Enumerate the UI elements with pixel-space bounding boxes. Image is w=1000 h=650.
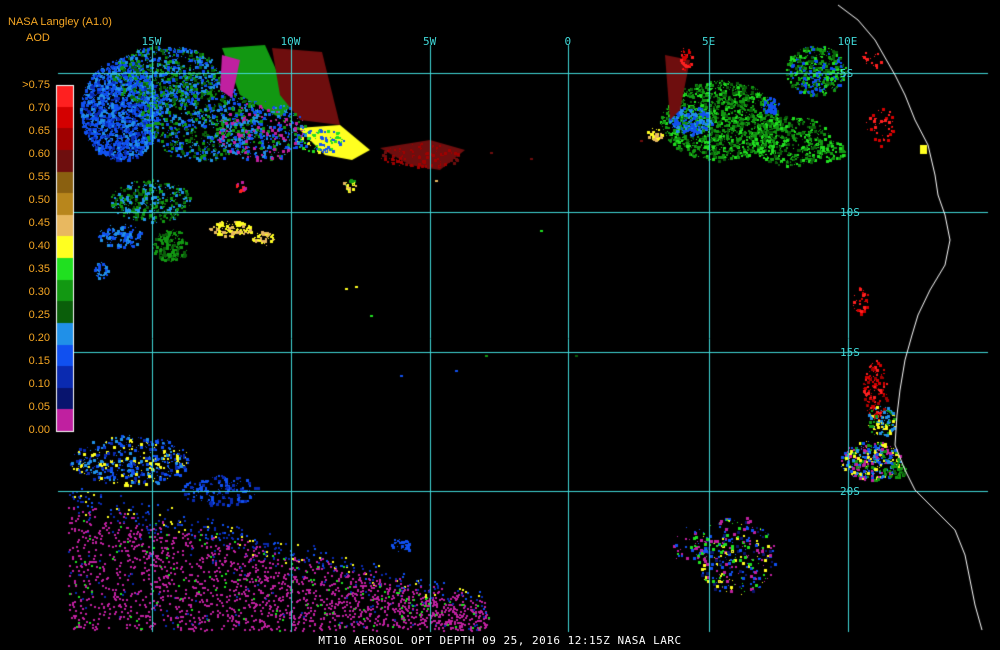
lat-label: 10S [840, 206, 860, 219]
lon-label: 5W [423, 35, 437, 48]
lat-label: 15S [840, 346, 860, 359]
lat-label: 20S [840, 485, 860, 498]
lon-label: 10E [837, 35, 858, 48]
legend-label: 0.10 [28, 378, 50, 390]
lon-label: 5E [702, 35, 716, 48]
legend-label: 0.20 [28, 332, 50, 344]
legend-label: 0.35 [28, 263, 50, 275]
lon-label: 0 [564, 35, 572, 48]
legend-label: 0.60 [28, 148, 50, 160]
lon-label: 15W [141, 35, 162, 48]
legend-label: 0.40 [28, 240, 50, 252]
legend-label: 0.00 [28, 424, 50, 436]
legend-label: 0.05 [28, 401, 50, 413]
legend-label: 0.55 [28, 171, 50, 183]
product-subtitle: AOD [26, 32, 50, 44]
lat-label: 5S [840, 67, 854, 80]
legend-label: 0.65 [28, 125, 50, 137]
legend-label: 0.50 [28, 194, 50, 206]
legend-label: 0.30 [28, 286, 50, 298]
legend-label: 0.70 [28, 102, 50, 114]
legend-label: >0.75 [22, 79, 50, 91]
legend-label: 0.45 [28, 217, 50, 229]
footer-caption: MT10 AEROSOL OPT DEPTH 09 25, 2016 12:15… [318, 634, 682, 647]
product-title: NASA Langley (A1.0) [8, 16, 112, 28]
legend-label: 0.25 [28, 309, 50, 321]
aod-map-canvas [0, 0, 1000, 650]
legend-label: 0.15 [28, 355, 50, 367]
lon-label: 10W [280, 35, 301, 48]
